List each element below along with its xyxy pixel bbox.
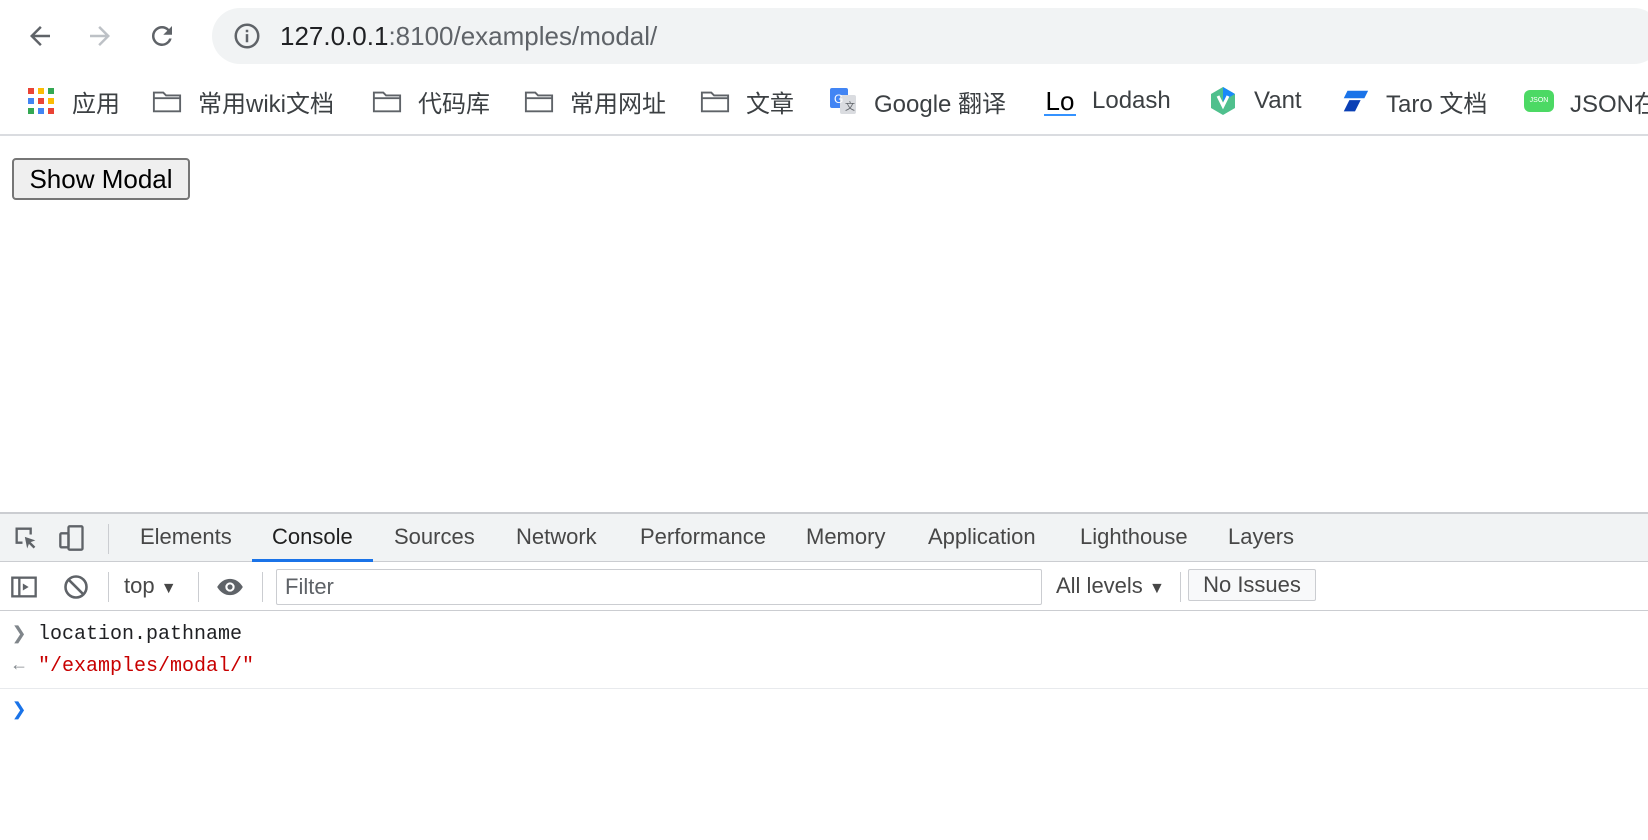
lodash-icon: Lo [1044, 86, 1076, 116]
issues-button[interactable]: No Issues [1188, 569, 1316, 601]
vant-icon [1208, 86, 1238, 116]
reload-button[interactable] [140, 14, 184, 58]
bookmark-label: 常用网址 [570, 90, 666, 118]
bookmark-apps[interactable]: 应用 [26, 84, 120, 118]
arrow-left-icon [30, 26, 50, 46]
devtools-tab-bar: Elements Console Sources Network Perform… [0, 514, 1648, 562]
bookmark-json[interactable]: JSON JSON在 [1524, 84, 1648, 118]
json-icon: JSON [1524, 90, 1554, 112]
svg-text:G: G [834, 92, 843, 106]
folder-icon [700, 86, 730, 116]
bookmark-label: Lodash [1092, 87, 1171, 114]
address-bar[interactable]: 127.0.0.1:8100/examples/modal/ [212, 8, 1648, 64]
context-select[interactable]: top ▼ [124, 573, 177, 601]
eye-icon[interactable] [214, 573, 246, 601]
tab-memory[interactable]: Memory [806, 514, 885, 562]
filter-input[interactable] [276, 569, 1042, 605]
sidebar-toggle-icon[interactable] [10, 573, 38, 601]
bookmark-label: 常用wiki文档 [198, 90, 334, 118]
bookmark-label: 文章 [746, 90, 794, 118]
log-levels-select[interactable]: All levels ▼ [1056, 573, 1165, 601]
tab-application[interactable]: Application [928, 514, 1036, 562]
bookmark-lodash[interactable]: Lo Lodash [1044, 84, 1171, 118]
bookmark-label: Google 翻译 [874, 90, 1007, 118]
bookmark-folder-code[interactable]: 代码库 [372, 84, 490, 118]
bookmark-folder-sites[interactable]: 常用网址 [524, 84, 666, 118]
console-result: "/examples/modal/" [38, 654, 255, 678]
google-translate-icon: G文 [828, 86, 858, 116]
toolbar-divider [262, 572, 263, 602]
dropdown-arrow-icon: ▼ [1148, 580, 1165, 597]
arrow-right-icon [90, 26, 110, 46]
folder-icon [152, 86, 182, 116]
prompt-chevron-icon: ❯ [11, 701, 27, 721]
tab-network[interactable]: Network [516, 514, 597, 562]
console-prompt-line[interactable]: ❯ [0, 694, 1648, 726]
inspect-element-icon[interactable] [12, 524, 40, 552]
toolbar-divider [198, 572, 199, 602]
url-path: :8100/examples/modal/ [388, 21, 658, 51]
console-result-line: ← "/examples/modal/" [0, 650, 1648, 682]
bookmark-label: 代码库 [418, 90, 490, 118]
browser-toolbar: 127.0.0.1:8100/examples/modal/ [0, 0, 1648, 70]
bookmark-google-translate[interactable]: G文 Google 翻译 [828, 84, 1006, 118]
show-modal-button[interactable]: Show Modal [12, 158, 190, 200]
tab-console[interactable]: Console [252, 514, 373, 562]
console-input-line: ❯ location.pathname [0, 618, 1648, 650]
forward-button[interactable] [78, 14, 122, 58]
reload-icon [151, 25, 172, 46]
bookmark-label: JSON在 [1570, 90, 1648, 118]
bookmark-label: Taro 文档 [1386, 90, 1488, 118]
bookmark-folder-articles[interactable]: 文章 [700, 84, 794, 118]
return-arrow-icon: ← [13, 656, 25, 676]
console-divider [0, 688, 1648, 689]
toolbar-divider [108, 572, 109, 602]
back-button[interactable] [18, 14, 62, 58]
dropdown-arrow-icon: ▼ [160, 580, 177, 597]
console-command: location.pathname [38, 622, 243, 646]
tab-performance[interactable]: Performance [640, 514, 766, 562]
clear-console-icon[interactable] [62, 573, 90, 601]
device-toolbar-icon[interactable] [58, 524, 86, 552]
devtools-panel: Elements Console Sources Network Perform… [0, 512, 1648, 838]
bookmark-taro[interactable]: Taro 文档 [1340, 84, 1487, 118]
tab-elements[interactable]: Elements [140, 514, 232, 562]
bookmark-folder-wiki[interactable]: 常用wiki文档 [152, 84, 334, 118]
bookmark-vant[interactable]: Vant [1208, 84, 1302, 118]
bookmarks-bar: 应用 常用wiki文档 代码库 常用网址 文章 G文 Google 翻译 Lo … [0, 70, 1648, 136]
toolbar-divider [108, 524, 109, 554]
url-host: 127.0.0.1 [280, 21, 389, 51]
svg-text:文: 文 [845, 100, 855, 113]
url-text: 127.0.0.1:8100/examples/modal/ [280, 22, 657, 50]
info-icon [234, 23, 260, 49]
tab-sources[interactable]: Sources [394, 514, 475, 562]
folder-icon [372, 86, 402, 116]
taro-icon [1340, 86, 1370, 116]
folder-icon [524, 86, 554, 116]
console-toolbar: top ▼ All levels ▼ No Issues [0, 563, 1648, 611]
chevron-right-icon: ❯ [11, 625, 27, 645]
tab-layers[interactable]: Layers [1228, 514, 1294, 562]
bookmark-label: Vant [1254, 87, 1302, 114]
bookmark-label: 应用 [72, 90, 120, 118]
apps-grid-icon [26, 86, 56, 116]
page-content: Show Modal [0, 138, 1648, 512]
console-output[interactable]: ❯ location.pathname ← "/examples/modal/"… [0, 612, 1648, 840]
toolbar-divider [1180, 572, 1181, 602]
tab-lighthouse[interactable]: Lighthouse [1080, 514, 1188, 562]
